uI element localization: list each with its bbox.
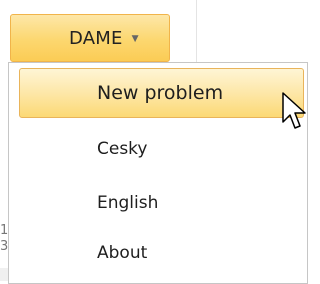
menu-item-new-problem[interactable]: New problem: [19, 68, 304, 118]
menu-item-about[interactable]: About: [19, 228, 304, 278]
menu-item-label: English: [97, 193, 159, 213]
menu-item-english[interactable]: English: [19, 178, 304, 228]
dropdown-label: DAME: [69, 27, 123, 49]
mouse-pointer-icon: [282, 92, 306, 129]
menu-item-cesky[interactable]: Cesky: [19, 124, 304, 174]
chevron-down-icon: ▼: [131, 34, 139, 44]
menu-item-label: Cesky: [97, 139, 148, 159]
dame-dropdown-button[interactable]: DAME ▼: [10, 14, 170, 62]
dropdown-menu: New problem Cesky English About: [8, 62, 308, 284]
menu-item-label: About: [97, 243, 148, 263]
menu-item-label: New problem: [97, 82, 224, 104]
toolbar-divider: [196, 0, 197, 66]
